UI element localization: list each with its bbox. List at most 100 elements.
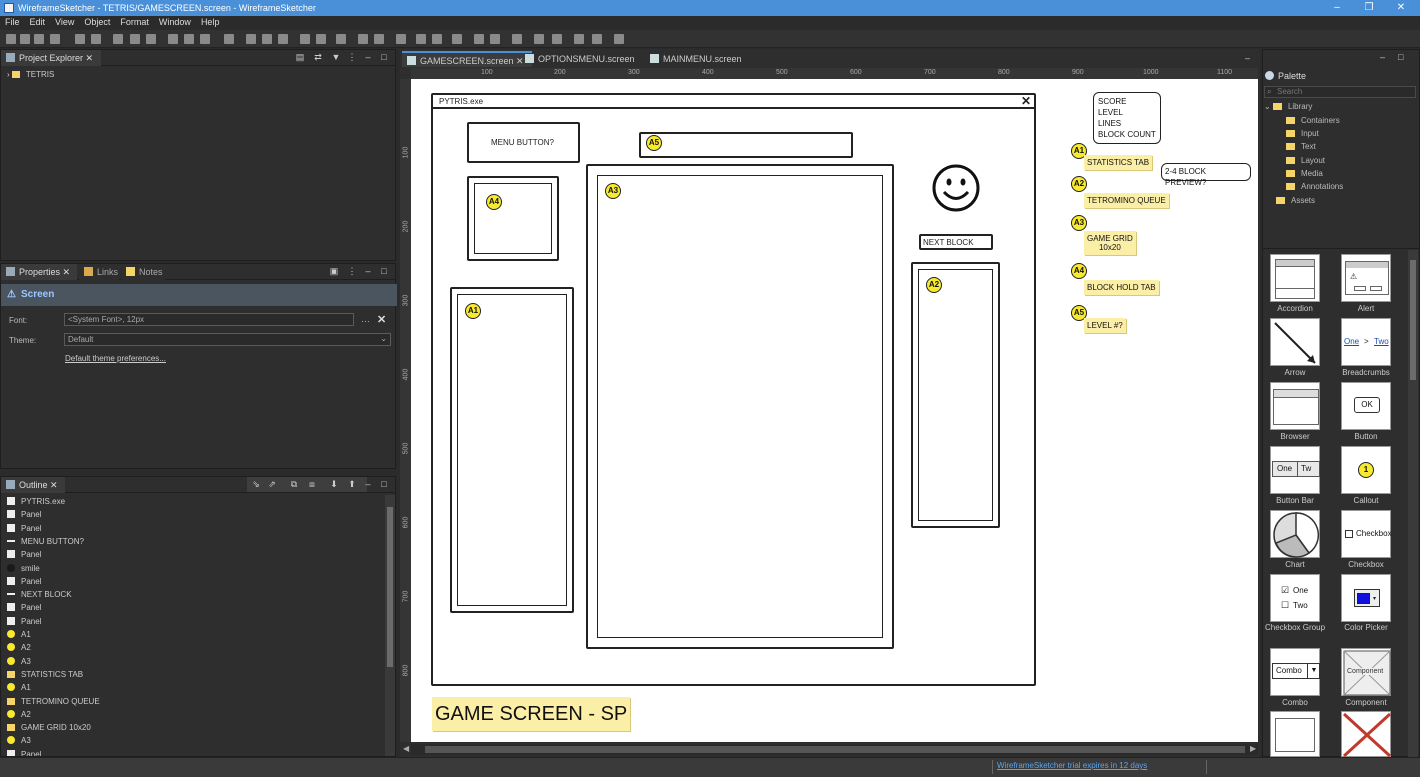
format-painter-icon[interactable]	[224, 34, 234, 44]
callout-a3[interactable]: A3	[605, 183, 621, 199]
palette-scrollbar[interactable]	[1408, 250, 1418, 757]
open-icon[interactable]	[20, 34, 30, 44]
view-menu-icon[interactable]: ⋮	[347, 52, 357, 62]
outline-scrollbar[interactable]	[385, 495, 395, 756]
preview-icon[interactable]	[592, 34, 602, 44]
palette-folder-layout[interactable]: Layout	[1264, 156, 1406, 169]
tab-notes[interactable]: Notes	[121, 264, 165, 280]
widget-alert[interactable]: ⚠	[1341, 254, 1391, 302]
view-menu-icon[interactable]: ⋮	[347, 266, 357, 276]
note-callout-a4[interactable]: A4	[1071, 263, 1087, 279]
outline-item[interactable]: GAME GRID 10x20	[7, 723, 91, 736]
maximize-button[interactable]: ❐	[1354, 2, 1384, 14]
outline-item[interactable]: Panel	[7, 550, 41, 563]
new-icon[interactable]	[6, 34, 16, 44]
maximize-view-icon[interactable]: □	[379, 266, 389, 276]
callout-a5[interactable]: A5	[646, 135, 662, 151]
lock-icon[interactable]	[534, 34, 544, 44]
minimize-button[interactable]: –	[1322, 2, 1352, 14]
note-game-screen[interactable]: GAME SCREEN - SP	[432, 697, 631, 731]
settings-icon[interactable]	[574, 34, 584, 44]
menu-edit[interactable]: Edit	[25, 16, 51, 28]
rotate-icon[interactable]	[452, 34, 462, 44]
visibility-icon[interactable]	[552, 34, 562, 44]
tab-links[interactable]: Links	[79, 264, 119, 280]
note-block-hold-tab[interactable]: BLOCK HOLD TAB	[1084, 280, 1159, 295]
callout-a2[interactable]: A2	[926, 277, 942, 293]
stats-speech-bubble[interactable]: SCORE LEVEL LINES BLOCK COUNT	[1093, 92, 1161, 144]
scroll-right-icon[interactable]: ▶	[1250, 744, 1256, 753]
palette-minimize-icon[interactable]: –	[1380, 52, 1385, 62]
filter-icon[interactable]: ▼	[331, 52, 341, 62]
note-statistics-tab[interactable]: STATISTICS TAB	[1084, 155, 1153, 170]
menu-window[interactable]: Window	[154, 16, 196, 28]
outline-item[interactable]: A2	[7, 709, 31, 723]
outline-item[interactable]: PYTRIS.exe	[7, 497, 65, 510]
sketch-level-bar[interactable]	[639, 132, 853, 158]
tab-optionsmenu[interactable]: OPTIONSMENU.screen	[520, 51, 643, 67]
save-icon[interactable]	[34, 34, 44, 44]
tab-outline[interactable]: Outline ✕	[1, 477, 65, 493]
ungroup-icon[interactable]: ⧈	[307, 479, 317, 489]
palette-folder-annotations[interactable]: Annotations	[1264, 182, 1406, 195]
note-game-grid[interactable]: GAME GRID 10x20	[1084, 231, 1136, 255]
scroll-left-icon[interactable]: ◀	[403, 744, 409, 753]
paste-icon[interactable]	[200, 34, 210, 44]
move-up-icon[interactable]: ⬆	[347, 479, 357, 489]
theme-select[interactable]: Default ⌄	[64, 333, 391, 346]
ungroup-icon[interactable]	[490, 34, 500, 44]
note-level[interactable]: LEVEL #?	[1084, 318, 1126, 333]
palette-folder-input[interactable]: Input	[1264, 129, 1406, 142]
widget-callout[interactable]: 1	[1341, 446, 1391, 494]
palette-search-input[interactable]: ⌕ Search	[1264, 86, 1416, 98]
tab-gamescreen[interactable]: GAMESCREEN.screen ✕	[402, 51, 532, 67]
widget-checkbox[interactable]: Checkbox	[1341, 510, 1392, 558]
preview-speech-bubble[interactable]: 2-4 BLOCK PREVIEW?	[1161, 163, 1251, 187]
align-bottom-icon[interactable]	[336, 34, 346, 44]
note-tetromino-queue[interactable]: TETROMINO QUEUE	[1084, 193, 1169, 208]
outline-item[interactable]: A3	[7, 736, 31, 749]
maximize-view-icon[interactable]: □	[379, 52, 389, 62]
tab-project-explorer[interactable]: Project Explorer ✕	[1, 50, 101, 66]
menu-help[interactable]: Help	[196, 16, 225, 28]
editor-h-scrollbar[interactable]	[411, 744, 1258, 755]
menu-view[interactable]: View	[50, 16, 79, 28]
widget-button-bar[interactable]: One Tw	[1270, 446, 1320, 494]
widget-button[interactable]: OK	[1341, 382, 1391, 430]
widget-browser[interactable]	[1270, 382, 1320, 430]
image-icon[interactable]: ▣	[329, 266, 339, 276]
palette-maximize-icon[interactable]: □	[1398, 52, 1403, 62]
group-icon[interactable]	[474, 34, 484, 44]
widget-dialog[interactable]	[1270, 711, 1320, 757]
widget-combo[interactable]: Combo ▼	[1270, 648, 1320, 696]
move-down-icon[interactable]: ⬇	[329, 479, 339, 489]
link-icon[interactable]	[512, 34, 522, 44]
distribute-h-icon[interactable]	[358, 34, 368, 44]
palette-scroll-thumb[interactable]	[1410, 260, 1416, 380]
wireframe-canvas[interactable]: PYTRIS.exe ✕ MENU BUTTON? A5 A4 A3 A1 NE…	[411, 79, 1258, 742]
editor-h-scroll-thumb[interactable]	[425, 746, 1245, 753]
editor-minimize-icon[interactable]: –	[1245, 53, 1250, 63]
palette-folder-containers[interactable]: Containers	[1264, 116, 1406, 129]
outline-item[interactable]: Panel	[7, 749, 41, 756]
size-width-icon[interactable]	[416, 34, 426, 44]
sketch-hold-box[interactable]	[467, 176, 559, 261]
run-icon[interactable]	[113, 34, 123, 44]
sketch-game-grid[interactable]	[586, 164, 894, 649]
tool-b-icon[interactable]: ⇗	[267, 479, 277, 489]
close-button[interactable]: ✕	[1386, 2, 1416, 14]
tool-a-icon[interactable]: ⇘	[251, 479, 261, 489]
widget-image[interactable]	[1341, 711, 1392, 758]
align-right-icon[interactable]	[278, 34, 288, 44]
outline-item[interactable]: Panel	[7, 576, 41, 590]
outline-item[interactable]: A1	[7, 683, 31, 696]
outline-item[interactable]: Panel	[7, 510, 41, 523]
trial-expiry-link[interactable]: WireframeSketcher trial expires in 12 da…	[997, 761, 1147, 770]
group-icon[interactable]: ⧉	[289, 479, 299, 489]
palette-folder-media[interactable]: Media	[1264, 169, 1406, 182]
fullscreen-icon[interactable]	[614, 34, 624, 44]
minimize-view-icon[interactable]: –	[363, 52, 373, 62]
menu-object[interactable]: Object	[79, 16, 115, 28]
tab-properties[interactable]: Properties ✕	[1, 264, 77, 280]
minimize-view-icon[interactable]: –	[363, 266, 373, 276]
